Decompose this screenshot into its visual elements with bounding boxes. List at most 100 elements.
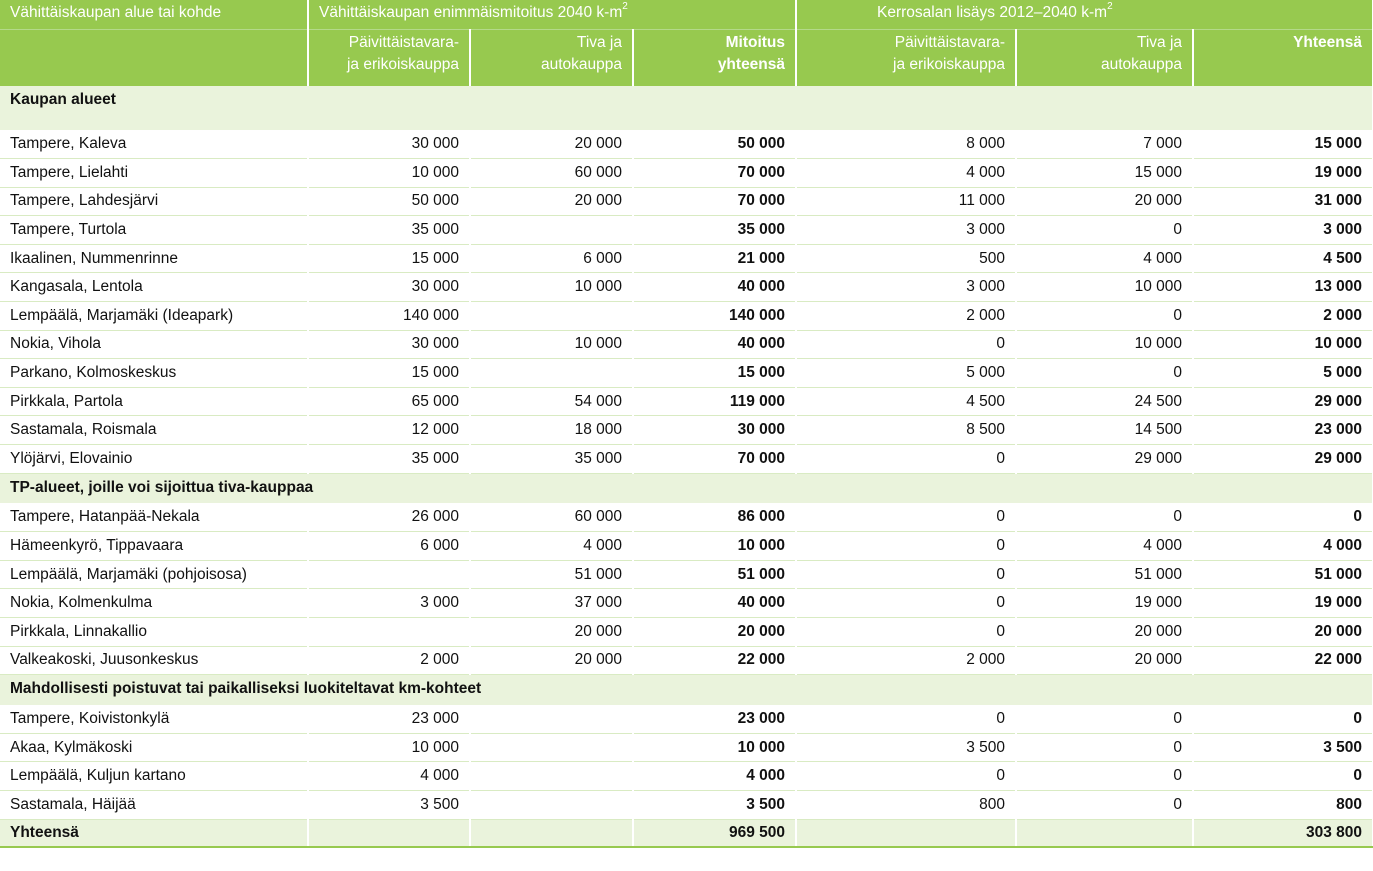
row-area-name: Tampere, Lielahti xyxy=(0,158,309,188)
row-value-cell: 20 000 xyxy=(470,617,634,647)
row-value-cell: 19 000 xyxy=(1016,588,1195,618)
row-area-name: Ikaalinen, Nummenrinne xyxy=(0,244,309,274)
row-value-cell: 70 000 xyxy=(633,187,798,217)
row-value-cell: 4 000 xyxy=(308,761,471,791)
row-value-cell: 24 500 xyxy=(1016,387,1195,417)
row-value-cell: 22 000 xyxy=(633,646,798,676)
table-row: Lempäälä, Marjamäki (Ideapark) 140 000 140… xyxy=(0,301,1373,331)
row-value-cell: 10 000 xyxy=(1016,330,1195,360)
row-value-cell: 35 000 xyxy=(470,444,634,474)
row-value-cell: 0 xyxy=(1016,790,1195,820)
row-value-cell: 70 000 xyxy=(633,158,798,188)
row-value-cell: 0 xyxy=(796,531,1018,561)
row-value-cell: 0 xyxy=(796,761,1018,791)
row-area-name: Lempäälä, Marjamäki (pohjoisosa) xyxy=(0,560,309,590)
row-value-cell: 15 000 xyxy=(1016,158,1195,188)
row-value-cell: 29 000 xyxy=(1016,444,1195,474)
header-dimensioning-total: Mitoitus yhteensä xyxy=(633,29,798,86)
row-area-name: Pirkkala, Linnakallio xyxy=(0,617,309,647)
row-value-cell: 51 000 xyxy=(1016,560,1195,590)
row-value-cell: 0 xyxy=(1016,301,1195,331)
header-area-column: Vähittäiskaupan alue tai kohde xyxy=(0,0,309,30)
header-daily-specialty: Päivittäistavara-ja erikoiskauppa xyxy=(308,29,471,86)
row-value-cell: 0 xyxy=(1016,761,1195,791)
row-value-cell: 0 xyxy=(1016,215,1195,245)
row-value-cell: 0 xyxy=(1016,733,1195,763)
row-area-name: Parkano, Kolmoskeskus xyxy=(0,358,309,388)
row-value-cell: 10 000 xyxy=(1016,272,1195,303)
row-value-cell: 23 000 xyxy=(633,704,798,734)
row-value-cell xyxy=(308,560,471,590)
row-value-cell: 10 000 xyxy=(1193,330,1373,360)
total-value-cell xyxy=(470,819,634,849)
row-value-cell: 4 000 xyxy=(1016,244,1195,274)
total-value-cell xyxy=(796,819,1018,849)
total-value-cell: 303 800 xyxy=(1193,819,1373,849)
section-header: TP-alueet, joille voi sijoittua tiva-kau… xyxy=(0,473,1373,504)
row-area-name: Pirkkala, Partola xyxy=(0,387,309,417)
row-value-cell: 12 000 xyxy=(308,415,471,446)
row-area-name: Nokia, Kolmenkulma xyxy=(0,588,309,618)
total-value-cell: 969 500 xyxy=(633,819,798,849)
total-label: Yhteensä xyxy=(0,819,309,849)
header-group-floor-area-increase: Kerrosalan lisäys 2012–2040 k-m2 xyxy=(796,0,1373,30)
table-row: Valkeakoski, Juusonkeskus 2 000 20 000 22 0… xyxy=(0,646,1373,676)
table-row: Kangasala, Lentola 30 000 10 000 40 000 3 00… xyxy=(0,272,1373,303)
table-row: Tampere, Lahdesjärvi 50 000 20 000 70 000 11… xyxy=(0,187,1373,217)
row-value-cell: 0 xyxy=(1193,761,1373,791)
row-area-name: Tampere, Lahdesjärvi xyxy=(0,187,309,217)
row-value-cell: 2 000 xyxy=(308,646,471,676)
row-value-cell: 0 xyxy=(796,444,1018,474)
row-value-cell: 50 000 xyxy=(633,130,798,160)
row-value-cell: 5 000 xyxy=(796,358,1018,388)
row-value-cell: 2 000 xyxy=(796,646,1018,676)
row-area-name: Akaa, Kylmäkoski xyxy=(0,733,309,763)
row-value-cell: 15 000 xyxy=(308,358,471,388)
row-area-name: Kangasala, Lentola xyxy=(0,272,309,303)
row-value-cell: 4 500 xyxy=(796,387,1018,417)
row-value-cell: 0 xyxy=(796,617,1018,647)
row-value-cell: 20 000 xyxy=(1193,617,1373,647)
row-value-cell: 26 000 xyxy=(308,503,471,533)
section-title: Kaupan alueet xyxy=(0,86,1373,130)
table-row: Akaa, Kylmäkoski 10 000 10 000 3 500 0 3 500 xyxy=(0,733,1373,763)
row-value-cell: 4 000 xyxy=(470,531,634,561)
row-value-cell xyxy=(470,761,634,791)
section-title: Mahdollisesti poistuvat tai paikalliseks… xyxy=(0,674,1373,705)
row-value-cell xyxy=(470,358,634,388)
row-value-cell: 3 500 xyxy=(796,733,1018,763)
row-value-cell: 20 000 xyxy=(1016,617,1195,647)
row-area-name: Ylöjärvi, Elovainio xyxy=(0,444,309,474)
row-value-cell: 7 000 xyxy=(1016,130,1195,160)
row-value-cell: 10 000 xyxy=(308,733,471,763)
table-row: Tampere, Kaleva 30 000 20 000 50 000 8 000 7 … xyxy=(0,130,1373,160)
row-area-name: Hämeenkyrö, Tippavaara xyxy=(0,531,309,561)
row-value-cell xyxy=(470,733,634,763)
row-value-cell: 4 500 xyxy=(1193,244,1373,274)
row-value-cell: 800 xyxy=(796,790,1018,820)
table-row: Sastamala, Roismala 12 000 18 000 30 000 8 5… xyxy=(0,415,1373,446)
row-value-cell: 800 xyxy=(1193,790,1373,820)
row-value-cell: 60 000 xyxy=(470,158,634,188)
row-area-name: Sastamala, Häijää xyxy=(0,790,309,820)
row-value-cell: 0 xyxy=(796,560,1018,590)
row-value-cell: 0 xyxy=(1016,704,1195,734)
row-value-cell: 0 xyxy=(1016,358,1195,388)
row-value-cell: 40 000 xyxy=(633,272,798,303)
row-value-cell: 21 000 xyxy=(633,244,798,274)
row-value-cell: 86 000 xyxy=(633,503,798,533)
row-value-cell xyxy=(470,215,634,245)
section-header: Mahdollisesti poistuvat tai paikalliseks… xyxy=(0,674,1373,705)
table-row: Nokia, Kolmenkulma 3 000 37 000 40 000 0 19 0… xyxy=(0,588,1373,618)
row-value-cell: 20 000 xyxy=(470,187,634,217)
table-row: Lempäälä, Kuljun kartano 4 000 4 000 0 0 0 xyxy=(0,761,1373,791)
header-group-max-dimensioning: Vähittäiskaupan enimmäismitoitus 2040 k-… xyxy=(308,0,798,30)
row-area-name: Valkeakoski, Juusonkeskus xyxy=(0,646,309,676)
row-value-cell: 23 000 xyxy=(1193,415,1373,446)
row-value-cell: 10 000 xyxy=(308,158,471,188)
row-value-cell: 10 000 xyxy=(633,733,798,763)
table-row: Pirkkala, Linnakallio 20 000 20 000 0 20 000… xyxy=(0,617,1373,647)
row-area-name: Tampere, Kaleva xyxy=(0,130,309,160)
row-area-name: Sastamala, Roismala xyxy=(0,415,309,446)
row-value-cell: 3 000 xyxy=(308,588,471,618)
